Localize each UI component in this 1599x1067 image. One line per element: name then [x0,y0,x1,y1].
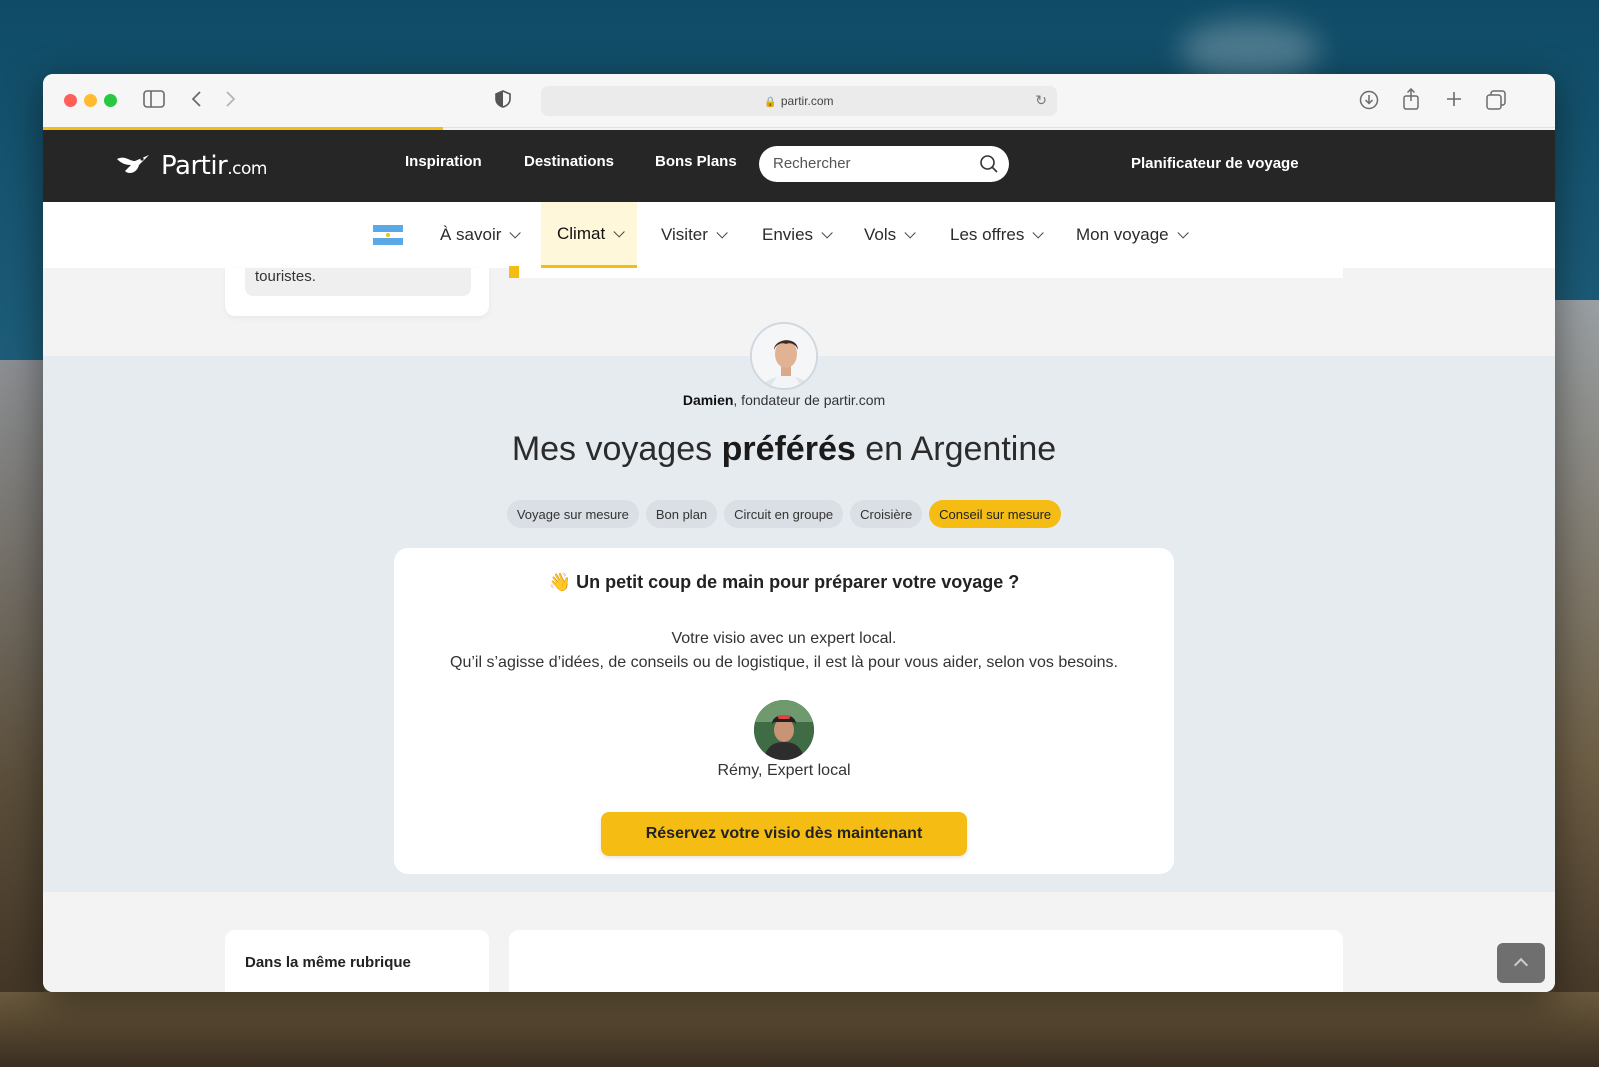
chevron-down-icon [904,227,916,239]
desktop-mountain-left [0,360,44,1067]
tab-bon-plan[interactable]: Bon plan [645,500,718,528]
logo-suffix: .com [227,159,267,179]
expert-avatar [754,700,814,760]
subnav-climat[interactable]: Climat [541,202,638,268]
tab-voyage-sur-mesure[interactable]: Voyage sur mesure [506,500,639,528]
subnav-mon-voyage[interactable]: Mon voyage [1076,202,1189,268]
founder-caption: Damien, fondateur de partir.com [43,392,1525,408]
chevron-down-icon [613,225,625,238]
nav-destinations[interactable]: Destinations [524,153,614,170]
download-icon[interactable] [1359,90,1379,114]
related-rubrique-card: Dans la même rubrique [225,930,489,992]
close-window-button[interactable] [64,94,77,107]
nav-bons-plans[interactable]: Bons Plans [655,153,737,170]
new-tab-icon[interactable] [1445,90,1463,112]
expert-card-title: 👋 Un petit coup de main pour préparer vo… [548,572,1020,592]
search-input[interactable]: Rechercher [759,146,1009,182]
tab-conseil-sur-mesure[interactable]: Conseil sur mesure [929,500,1062,528]
url-text: partir.com [780,94,834,108]
tab-croisiere[interactable]: Croisière [850,500,923,528]
argentina-flag-icon [373,225,403,245]
chevron-down-icon [1177,227,1189,239]
site-header: Partir.com Inspiration Destinations Bons… [43,130,1555,202]
section-title: Mes voyages préférés en Argentine [511,430,1057,468]
search-icon[interactable] [979,154,999,179]
sidebar-toggle-icon[interactable] [143,90,165,112]
back-icon[interactable] [191,90,203,112]
expert-card-line-1: Votre visio avec un expert local. [671,630,897,647]
expert-card: 👋 Un petit coup de main pour préparer vo… [394,548,1174,874]
destination-subnav: À savoir Climat Visiter Envies Vols Les … [43,202,1555,268]
browser-toolbar: 🔒 partir.com ↻ [43,74,1555,128]
address-bar[interactable]: 🔒 partir.com ↻ [541,86,1057,116]
sidebar-card: touristes. [225,268,489,316]
desktop-ground [0,992,1599,1067]
share-icon[interactable] [1402,87,1420,114]
minimize-window-button[interactable] [84,94,97,107]
logo-text: Partir [161,151,228,181]
site-logo[interactable]: Partir.com [115,148,267,184]
desktop-cloud [1180,20,1320,80]
chevron-down-icon [716,227,728,239]
sidebar-snippet: touristes. [255,268,316,285]
subnav-a-savoir[interactable]: À savoir [440,202,522,268]
trip-planner-link[interactable]: Planificateur de voyage [1131,155,1299,172]
nav-inspiration[interactable]: Inspiration [405,153,482,170]
founder-role: , fondateur de partir.com [733,392,886,408]
subnav-envies[interactable]: Envies [762,202,833,268]
related-rubrique-title: Dans la même rubrique [245,954,411,971]
trip-type-tabs: Voyage sur mesure Bon plan Circuit en gr… [43,500,1525,528]
book-visio-button[interactable]: Réservez votre visio dès maintenant [601,812,967,856]
chevron-down-icon [1032,227,1045,239]
expert-card-line-2: Qu’il s’agisse d’idées, de conseils ou d… [450,654,1118,671]
subnav-vols[interactable]: Vols [864,202,916,268]
zoom-window-button[interactable] [104,94,117,107]
desktop-mountain-right [1555,300,1599,1067]
browser-window: 🔒 partir.com ↻ Partir.com Inspiration Des… [43,74,1555,992]
founder-avatar [750,322,818,390]
scroll-to-top-button[interactable] [1497,943,1545,983]
subnav-les-offres[interactable]: Les offres [950,202,1045,268]
founder-name: Damien [682,392,734,408]
section-title-emphasis: préférés [721,430,856,468]
highlight-marker [509,266,519,278]
search-placeholder: Rechercher [773,155,851,172]
subnav-visiter[interactable]: Visiter [661,202,728,268]
tab-overview-icon[interactable] [1486,90,1506,114]
tab-circuit-en-groupe[interactable]: Circuit en groupe [724,500,844,528]
bird-logo-icon [115,149,155,184]
related-main-card [509,930,1343,992]
reload-icon[interactable]: ↻ [1035,92,1047,109]
main-card [509,268,1343,278]
chevron-up-icon [1513,957,1529,973]
shield-icon[interactable] [495,90,511,112]
chevron-down-icon [821,227,833,239]
lock-icon: 🔒 [764,97,777,108]
chevron-down-icon [509,227,522,239]
forward-icon[interactable] [224,90,236,112]
expert-name: Rémy, Expert local [717,762,851,779]
